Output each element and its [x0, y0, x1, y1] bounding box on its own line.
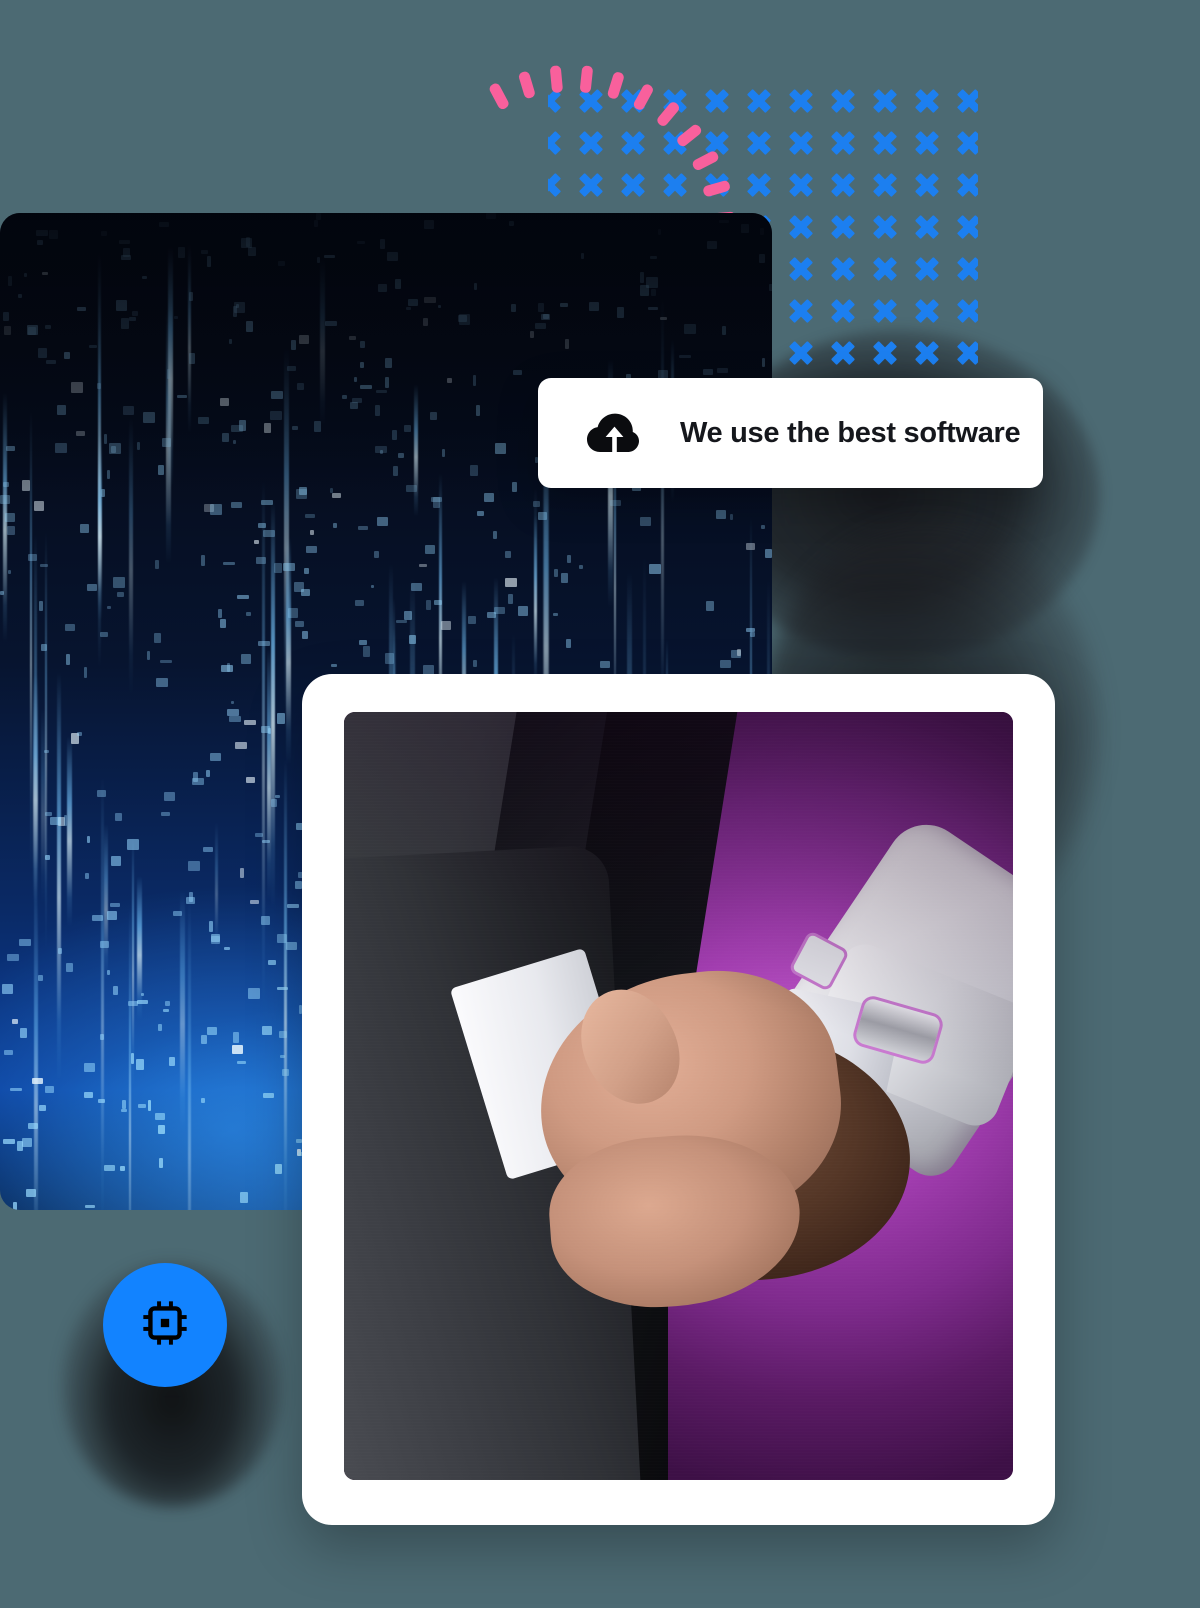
software-badge-card[interactable]: We use the best software [538, 378, 1043, 488]
x-mark-icon [872, 340, 898, 366]
x-mark-icon [956, 214, 978, 240]
x-mark-icon [788, 214, 814, 240]
x-mark-icon [914, 130, 940, 156]
arc-dash [517, 69, 536, 99]
x-mark-icon [788, 340, 814, 366]
x-mark-icon [704, 88, 730, 114]
x-mark-icon [830, 298, 856, 324]
x-mark-icon [620, 172, 646, 198]
x-mark-icon [578, 88, 604, 114]
x-mark-icon [914, 298, 940, 324]
x-mark-icon [788, 256, 814, 282]
x-mark-icon [662, 172, 688, 198]
x-mark-icon [788, 88, 814, 114]
photo-grain [344, 712, 1013, 1480]
x-mark-icon [872, 298, 898, 324]
x-mark-icon [746, 172, 772, 198]
x-mark-icon [956, 130, 978, 156]
x-mark-icon [704, 172, 730, 198]
hero-collage: We use the best software [0, 0, 1200, 1608]
arc-dash [487, 81, 510, 111]
cpu-chip-icon [140, 1298, 190, 1353]
handshake-photo [344, 712, 1013, 1480]
x-mark-icon [872, 130, 898, 156]
x-mark-icon [830, 130, 856, 156]
x-mark-icon [830, 88, 856, 114]
handshake-photo-frame[interactable] [302, 674, 1055, 1525]
x-mark-icon [830, 340, 856, 366]
cpu-chip-button[interactable] [103, 1263, 227, 1387]
x-mark-icon [914, 214, 940, 240]
x-mark-icon [956, 88, 978, 114]
x-mark-icon [662, 88, 688, 114]
x-mark-icon [662, 130, 688, 156]
cloud-upload-icon [584, 405, 640, 461]
x-mark-icon [914, 256, 940, 282]
x-mark-icon [620, 130, 646, 156]
x-mark-icon [830, 214, 856, 240]
x-mark-icon [704, 130, 730, 156]
x-mark-icon [548, 88, 562, 114]
x-mark-icon [872, 172, 898, 198]
x-mark-icon [956, 298, 978, 324]
x-mark-icon [872, 88, 898, 114]
x-mark-icon [830, 172, 856, 198]
x-mark-icon [956, 256, 978, 282]
x-mark-icon [548, 172, 562, 198]
x-mark-icon [746, 88, 772, 114]
x-mark-icon [578, 172, 604, 198]
x-mark-icon [956, 340, 978, 366]
x-mark-icon [956, 172, 978, 198]
x-mark-icon [830, 256, 856, 282]
x-mark-icon [788, 172, 814, 198]
x-mark-icon [872, 214, 898, 240]
x-mark-icon [914, 172, 940, 198]
x-mark-icon [914, 88, 940, 114]
x-mark-icon [578, 130, 604, 156]
x-mark-icon [914, 340, 940, 366]
x-mark-icon [788, 298, 814, 324]
x-mark-icon [872, 256, 898, 282]
x-mark-icon [620, 88, 646, 114]
x-mark-icon [548, 130, 562, 156]
software-badge-label: We use the best software [680, 416, 1021, 449]
x-mark-icon [788, 130, 814, 156]
x-mark-icon [746, 130, 772, 156]
